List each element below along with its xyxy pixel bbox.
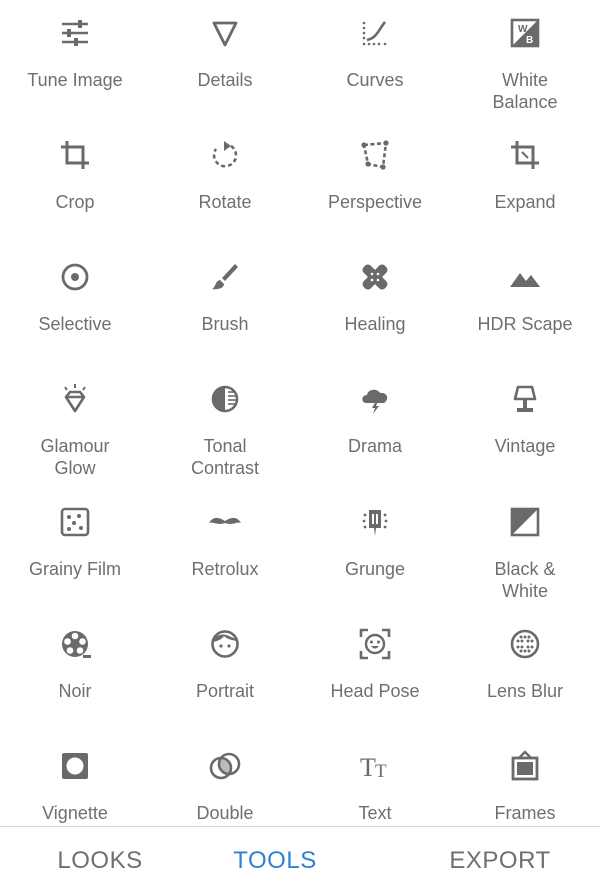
retrolux-icon xyxy=(207,504,243,540)
tool-tune-image[interactable]: Tune Image xyxy=(0,0,150,122)
tool-drama[interactable]: Drama xyxy=(300,366,450,488)
healing-icon xyxy=(357,259,393,295)
tool-glamour-glow[interactable]: Glamour Glow xyxy=(0,366,150,488)
tool-label: Portrait xyxy=(195,681,255,701)
tool-label: Selective xyxy=(38,314,112,334)
double-exposure-icon xyxy=(207,748,243,784)
tool-label: Double xyxy=(196,803,254,823)
lens-blur-icon xyxy=(507,626,543,662)
svg-text:B: B xyxy=(526,35,533,46)
tool-vintage[interactable]: Vintage xyxy=(450,366,600,488)
tonal-contrast-icon xyxy=(207,381,243,417)
tool-selective[interactable]: Selective xyxy=(0,244,150,366)
tune-image-icon xyxy=(57,15,93,51)
tool-label: Curves xyxy=(346,70,404,90)
tool-tonal-contrast[interactable]: Tonal Contrast xyxy=(150,366,300,488)
tool-label: HDR Scape xyxy=(477,314,573,334)
tool-label: Healing xyxy=(344,314,406,334)
grunge-icon xyxy=(357,504,393,540)
svg-text:T: T xyxy=(375,761,387,782)
frames-icon xyxy=(507,748,543,784)
grainy-film-icon xyxy=(57,504,93,540)
tool-brush[interactable]: Brush xyxy=(150,244,300,366)
tool-label: Vintage xyxy=(494,436,556,456)
vintage-icon xyxy=(507,381,543,417)
noir-icon xyxy=(57,626,93,662)
tool-label: Tune Image xyxy=(27,70,123,90)
tool-label: Lens Blur xyxy=(486,681,564,701)
nav-export[interactable]: EXPORT xyxy=(400,847,600,875)
tool-label: Rotate xyxy=(198,192,252,212)
hdr-scape-icon xyxy=(507,259,543,295)
tool-perspective[interactable]: Perspective xyxy=(300,122,450,244)
tool-label: Drama xyxy=(347,436,402,456)
vignette-icon xyxy=(57,748,93,784)
tool-label: Noir xyxy=(58,681,92,701)
tool-black-white[interactable]: Black & White xyxy=(450,489,600,611)
tool-white-balance[interactable]: W B White Balance xyxy=(450,0,600,122)
tool-expand[interactable]: Expand xyxy=(450,122,600,244)
tool-lens-blur[interactable]: Lens Blur xyxy=(450,611,600,733)
tool-label: Frames xyxy=(494,803,556,823)
drama-icon xyxy=(357,381,393,417)
tool-label: Head Pose xyxy=(330,681,420,701)
nav-looks[interactable]: LOOKS xyxy=(0,847,200,875)
glamour-glow-icon xyxy=(57,381,93,417)
tools-grid: Tune Image Details Curves W B White Balance Cr… xyxy=(0,0,600,826)
tool-label: Brush xyxy=(201,314,249,334)
perspective-icon xyxy=(357,137,393,173)
tool-label: Text xyxy=(358,803,392,823)
tool-label: Retrolux xyxy=(191,559,259,579)
portrait-icon xyxy=(207,626,243,662)
tool-noir[interactable]: Noir xyxy=(0,611,150,733)
bottom-navigation: LOOKS TOOLS EXPORT xyxy=(0,826,600,891)
tool-label: Perspective xyxy=(327,192,423,212)
tool-crop[interactable]: Crop xyxy=(0,122,150,244)
tool-portrait[interactable]: Portrait xyxy=(150,611,300,733)
svg-text:W: W xyxy=(518,24,528,35)
white-balance-icon: WB xyxy=(507,15,543,51)
head-pose-icon xyxy=(357,626,393,662)
tool-label: Tonal Contrast xyxy=(190,436,260,478)
tool-label: Grunge xyxy=(344,559,406,579)
details-icon xyxy=(207,15,243,51)
tool-text[interactable]: T T Text xyxy=(300,733,450,826)
tool-healing[interactable]: Healing xyxy=(300,244,450,366)
tool-grainy-film[interactable]: Grainy Film xyxy=(0,489,150,611)
tool-frames[interactable]: Frames xyxy=(450,733,600,826)
text-icon: TT xyxy=(357,748,393,784)
tool-head-pose[interactable]: Head Pose xyxy=(300,611,450,733)
tool-label: Glamour Glow xyxy=(40,436,110,478)
tool-label: Crop xyxy=(55,192,95,212)
tool-rotate[interactable]: Rotate xyxy=(150,122,300,244)
black-white-icon xyxy=(507,504,543,540)
tool-hdr-scape[interactable]: HDR Scape xyxy=(450,244,600,366)
tool-label: Grainy Film xyxy=(28,559,121,579)
tool-label: White Balance xyxy=(492,70,558,112)
tool-grunge[interactable]: Grunge xyxy=(300,489,450,611)
tool-vignette[interactable]: Vignette xyxy=(0,733,150,826)
brush-icon xyxy=(207,259,243,295)
tool-label: Black & White xyxy=(494,559,556,601)
rotate-icon xyxy=(207,137,243,173)
selective-icon xyxy=(57,259,93,295)
tool-label: Details xyxy=(197,70,253,90)
tool-label: Vignette xyxy=(42,803,108,823)
crop-icon xyxy=(57,137,93,173)
tool-retrolux[interactable]: Retrolux xyxy=(150,489,300,611)
tool-curves[interactable]: Curves xyxy=(300,0,450,122)
tool-double-exposure[interactable]: Double xyxy=(150,733,300,826)
tool-label: Expand xyxy=(494,192,556,212)
expand-icon xyxy=(507,137,543,173)
nav-tools[interactable]: TOOLS xyxy=(175,847,375,875)
tool-details[interactable]: Details xyxy=(150,0,300,122)
svg-text:T: T xyxy=(360,753,376,782)
curves-icon xyxy=(357,15,393,51)
